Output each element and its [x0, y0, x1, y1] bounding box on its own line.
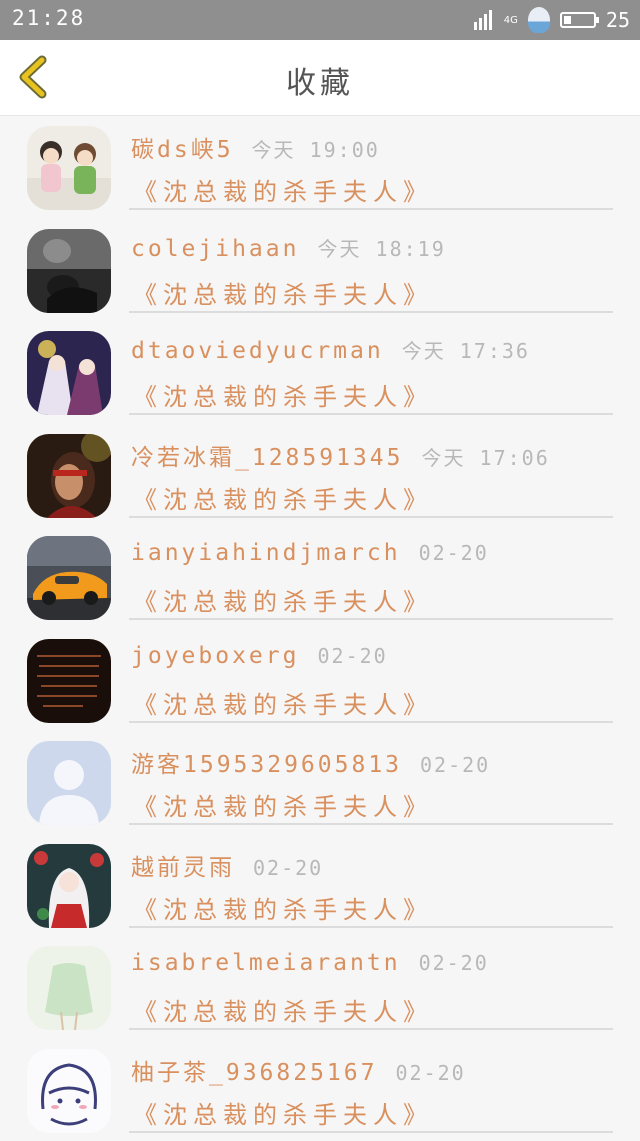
avatar[interactable] — [27, 536, 111, 620]
avatar[interactable] — [27, 331, 111, 415]
avatar[interactable] — [27, 639, 111, 723]
avatar[interactable] — [27, 946, 111, 1030]
divider — [129, 926, 613, 928]
page-title: 收藏 — [0, 58, 640, 102]
status-icons: 4G 25 — [464, 5, 630, 35]
favorite-item[interactable]: 游客1595329605813 02-20 《沈总裁的杀手夫人》 — [0, 731, 640, 834]
timestamp: 02-20 — [419, 541, 489, 565]
book-title: 《沈总裁的杀手夫人》 — [133, 890, 433, 925]
divider — [129, 1131, 613, 1133]
default-avatar-icon — [27, 741, 111, 825]
divider — [129, 516, 613, 518]
user-name: 越前灵雨 — [131, 855, 235, 881]
favorites-list: 碳ds峡5 今天 19:00 《沈总裁的杀手夫人》 colejihaan 今天 18… — [0, 116, 640, 1141]
favorite-item[interactable]: isabrelmeiarantn 02-20 《沈总裁的杀手夫人》 — [0, 936, 640, 1039]
signal-icon — [474, 10, 494, 30]
book-title: 《沈总裁的杀手夫人》 — [133, 480, 433, 515]
network-type: 4G — [504, 15, 518, 26]
book-title: 《沈总裁的杀手夫人》 — [133, 582, 433, 617]
battery-level: 25 — [606, 8, 630, 32]
book-title: 《沈总裁的杀手夫人》 — [133, 172, 433, 207]
favorite-item[interactable]: 柚子茶_936825167 02-20 《沈总裁的杀手夫人》 — [0, 1039, 640, 1141]
timestamp: 今天 19:00 — [252, 138, 380, 162]
timestamp: 02-20 — [253, 856, 323, 880]
divider — [129, 1028, 613, 1030]
status-bar: 21:28 4G 25 — [0, 0, 640, 40]
timestamp: 今天 17:06 — [421, 446, 549, 470]
favorite-item[interactable]: ianyiahindjmarch 02-20 《沈总裁的杀手夫人》 — [0, 526, 640, 629]
avatar[interactable] — [27, 741, 111, 825]
user-name: 碳ds峡5 — [131, 137, 234, 163]
divider — [129, 311, 613, 313]
book-title: 《沈总裁的杀手夫人》 — [133, 787, 433, 822]
book-title: 《沈总裁的杀手夫人》 — [133, 377, 433, 412]
favorite-item[interactable]: 碳ds峡5 今天 19:00 《沈总裁的杀手夫人》 — [0, 116, 640, 219]
divider — [129, 413, 613, 415]
timestamp: 02-20 — [317, 644, 387, 668]
favorite-item[interactable]: 越前灵雨 02-20 《沈总裁的杀手夫人》 — [0, 834, 640, 937]
user-name: isabrelmeiarantn — [131, 950, 401, 976]
timestamp: 02-20 — [395, 1061, 465, 1085]
avatar[interactable] — [27, 229, 111, 313]
avatar[interactable] — [27, 1049, 111, 1133]
book-title: 《沈总裁的杀手夫人》 — [133, 685, 433, 720]
divider — [129, 208, 613, 210]
divider — [129, 721, 613, 723]
avatar[interactable] — [27, 434, 111, 518]
divider — [129, 823, 613, 825]
timestamp: 02-20 — [419, 951, 489, 975]
book-title: 《沈总裁的杀手夫人》 — [133, 275, 433, 310]
nav-bar: 收藏 — [0, 40, 640, 116]
user-name: colejihaan — [131, 236, 299, 262]
favorite-item[interactable]: joyeboxerg 02-20 《沈总裁的杀手夫人》 — [0, 629, 640, 732]
battery-icon — [560, 12, 596, 28]
favorite-item[interactable]: dtaoviedyucrman 今天 17:36 《沈总裁的杀手夫人》 — [0, 321, 640, 424]
timestamp: 02-20 — [420, 753, 490, 777]
user-name: 冷若冰霜_128591345 — [131, 445, 403, 471]
divider — [129, 618, 613, 620]
avatar[interactable] — [27, 126, 111, 210]
status-time: 21:28 — [12, 6, 85, 30]
user-name: 柚子茶_936825167 — [131, 1060, 377, 1086]
favorite-item[interactable]: 冷若冰霜_128591345 今天 17:06 《沈总裁的杀手夫人》 — [0, 424, 640, 527]
user-name: 游客1595329605813 — [131, 752, 402, 778]
timestamp: 今天 17:36 — [402, 339, 530, 363]
user-name: joyeboxerg — [131, 643, 299, 669]
mascot-icon — [528, 7, 550, 33]
timestamp: 今天 18:19 — [317, 237, 445, 261]
avatar[interactable] — [27, 844, 111, 928]
favorite-item[interactable]: colejihaan 今天 18:19 《沈总裁的杀手夫人》 — [0, 219, 640, 322]
user-name: dtaoviedyucrman — [131, 338, 384, 364]
book-title: 《沈总裁的杀手夫人》 — [133, 1095, 433, 1130]
book-title: 《沈总裁的杀手夫人》 — [133, 992, 433, 1027]
user-name: ianyiahindjmarch — [131, 540, 401, 566]
